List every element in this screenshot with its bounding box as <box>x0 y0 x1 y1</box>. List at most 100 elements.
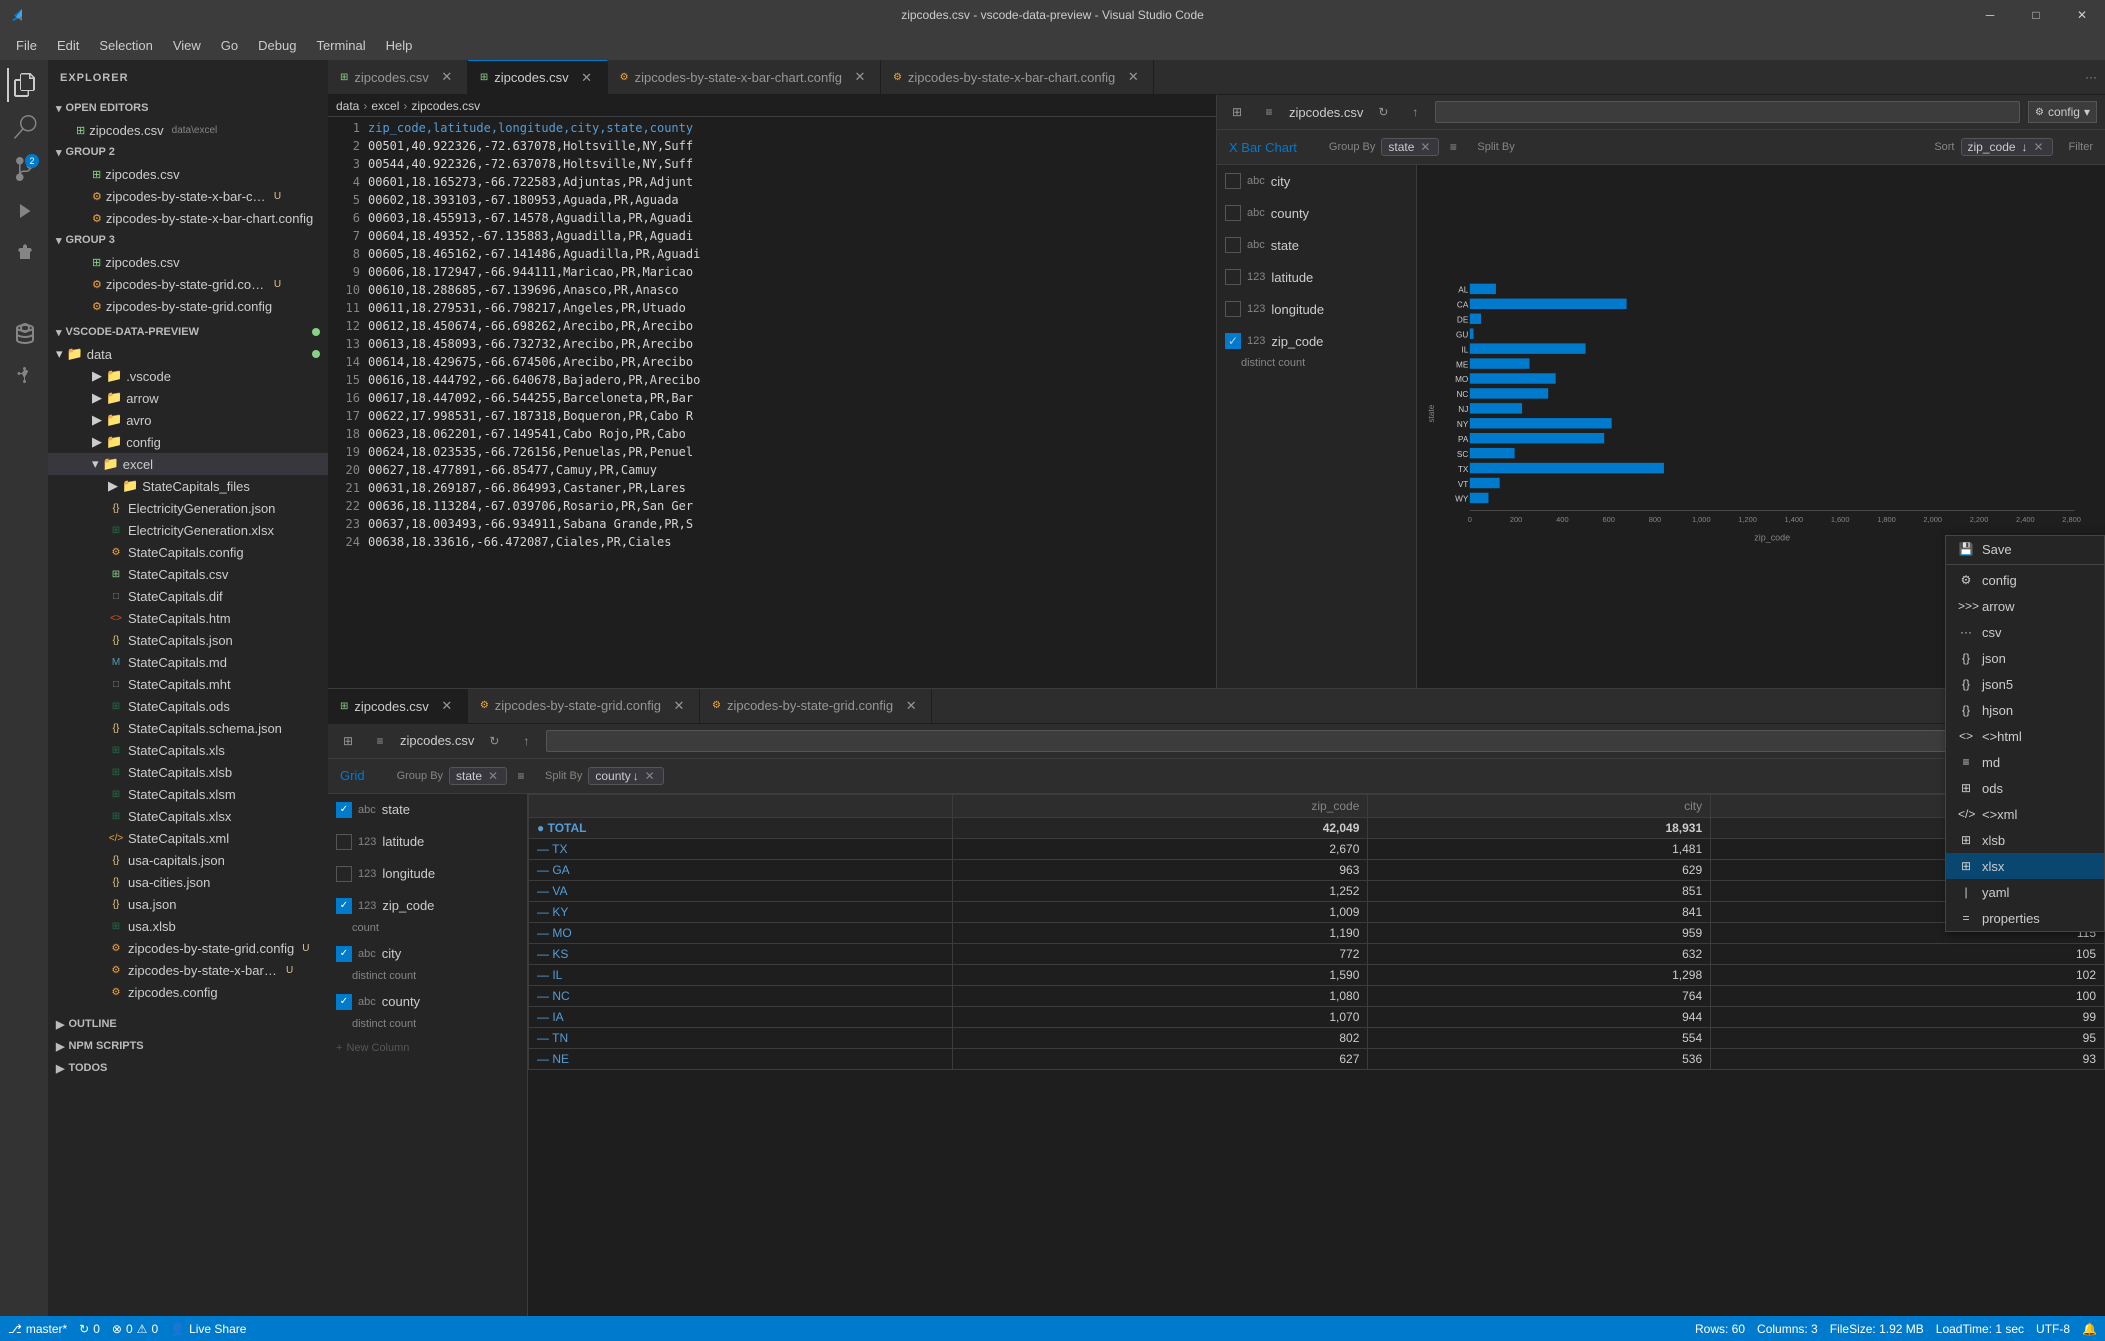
dropdown-config[interactable]: ⚙ config <box>1946 567 2104 593</box>
grid-col-county[interactable]: ✓ abc county <box>328 986 527 1018</box>
top-tab-zipcodes-csv1[interactable]: ⊞ zipcodes.csv ✕ <box>328 60 468 95</box>
dropdown-xlsx[interactable]: ⊞ xlsx <box>1946 853 2104 879</box>
menu-file[interactable]: File <box>8 36 45 55</box>
bottom-toolbar-upload[interactable]: ↑ <box>514 729 538 753</box>
grid-col-longitude[interactable]: 123 longitude <box>328 858 527 890</box>
col-longitude-check[interactable] <box>1225 301 1241 317</box>
bottom-tab-grid-config1[interactable]: ⚙ zipcodes-by-state-grid.config ✕ <box>468 689 700 724</box>
activity-search[interactable] <box>7 110 41 144</box>
folder-avro[interactable]: ▶ 📁 avro <box>48 409 328 431</box>
bottom-tab-zipcodes[interactable]: ⊞ zipcodes.csv ✕ <box>328 689 468 724</box>
status-loadtime[interactable]: LoadTime: 1 sec <box>1936 1322 2024 1336</box>
group-by-remove[interactable]: ✕ <box>1418 140 1432 154</box>
group2-header[interactable]: ▾ GROUP 2 <box>48 141 328 163</box>
minimize-button[interactable]: ─ <box>1967 0 2013 30</box>
dropdown-save[interactable]: 💾 Save <box>1946 536 2104 562</box>
dropdown-md[interactable]: ≡ md <box>1946 749 2104 775</box>
bottom-search-box[interactable] <box>546 730 2001 752</box>
csv-content[interactable]: 1zip_code,latitude,longitude,city,state,… <box>328 117 1216 688</box>
bottom-group-by-remove[interactable]: ✕ <box>486 769 500 783</box>
menu-view[interactable]: View <box>165 36 209 55</box>
col-zipcode-check[interactable]: ✓ <box>1225 333 1241 349</box>
file-statecapitals-md[interactable]: M StateCapitals.md <box>48 651 328 673</box>
dropdown-json[interactable]: {} json <box>1946 645 2104 671</box>
file-usa-capitals-json[interactable]: {} usa-capitals.json <box>48 849 328 871</box>
activity-git[interactable] <box>7 360 41 394</box>
grid-th-city[interactable]: city <box>1368 794 1711 817</box>
open-editor-g3-3[interactable]: ⚙ zipcodes-by-state-grid.config <box>48 295 328 317</box>
file-zipcodes-config[interactable]: ⚙ zipcodes.config <box>48 981 328 1003</box>
col-latitude[interactable]: 123 latitude <box>1217 261 1416 293</box>
file-statecapitals-mht[interactable]: □ StateCapitals.mht <box>48 673 328 695</box>
todos-header[interactable]: ▶ TODOS <box>48 1057 328 1079</box>
grid-col-county-check[interactable]: ✓ <box>336 994 352 1010</box>
menu-debug[interactable]: Debug <box>250 36 304 55</box>
bottom-tab-grid-config2[interactable]: ⚙ zipcodes-by-state-grid.config ✕ <box>700 689 932 724</box>
status-errors[interactable]: ⊗ 0 ⚠ 0 <box>112 1322 158 1336</box>
add-column-btn[interactable]: + New Column <box>328 1042 527 1054</box>
group-by-tag[interactable]: state ✕ <box>1381 138 1439 156</box>
close-button[interactable]: ✕ <box>2059 0 2105 30</box>
dropdown-xml[interactable]: </> <>xml <box>1946 801 2104 827</box>
tab-close4[interactable]: ✕ <box>1125 69 1141 85</box>
chart-config-select[interactable]: ⚙ config ▾ <box>2028 101 2097 123</box>
activity-explorer[interactable] <box>7 68 41 102</box>
grid-data-area[interactable]: zip_code city county ↓ ● TOTAL 42,049 18… <box>528 794 2105 1317</box>
status-filesize[interactable]: FileSize: 1.92 MB <box>1830 1322 1924 1336</box>
col-city-check[interactable] <box>1225 173 1241 189</box>
toolbar-refresh-icon[interactable]: ↻ <box>1371 100 1395 124</box>
file-electricitygeneration-json[interactable]: {} ElectricityGeneration.json <box>48 497 328 519</box>
col-longitude[interactable]: 123 longitude <box>1217 293 1416 325</box>
grid-col-city-check[interactable]: ✓ <box>336 946 352 962</box>
folder-arrow[interactable]: ▶ 📁 arrow <box>48 387 328 409</box>
bottom-tab-close1[interactable]: ✕ <box>439 698 455 714</box>
chart-search-input[interactable] <box>1442 105 2013 119</box>
dropdown-hjson[interactable]: {} hjson <box>1946 697 2104 723</box>
file-statecapitals-json[interactable]: {} StateCapitals.json <box>48 629 328 651</box>
vscode-data-preview-header[interactable]: ▾ VSCODE-DATA-PREVIEW <box>48 321 328 343</box>
chart-search-box[interactable] <box>1435 101 2020 123</box>
group-by-settings[interactable]: ≡ <box>1445 139 1461 155</box>
file-usa-cities-json[interactable]: {} usa-cities.json <box>48 871 328 893</box>
col-state-check[interactable] <box>1225 237 1241 253</box>
status-rows[interactable]: Rows: 60 <box>1695 1322 1745 1336</box>
bottom-tab-close2[interactable]: ✕ <box>671 698 687 714</box>
open-editor-g2-1[interactable]: ⊞ zipcodes.csv <box>48 163 328 185</box>
menu-selection[interactable]: Selection <box>91 36 160 55</box>
menu-help[interactable]: Help <box>378 36 421 55</box>
grid-col-latitude[interactable]: 123 latitude <box>328 826 527 858</box>
dropdown-json5[interactable]: {} json5 <box>1946 671 2104 697</box>
grid-col-longitude-check[interactable] <box>336 866 352 882</box>
activity-extensions[interactable] <box>7 236 41 270</box>
open-editor-g2-2[interactable]: ⚙ zipcodes-by-state-x-bar-chart.con... U <box>48 185 328 207</box>
col-zipcode[interactable]: ✓ 123 zip_code <box>1217 325 1416 357</box>
file-zipcodes-grid-config[interactable]: ⚙ zipcodes-by-state-grid.config U <box>48 937 328 959</box>
tab-close1[interactable]: ✕ <box>439 69 455 85</box>
file-electricitygeneration-xlsx[interactable]: ⊞ ElectricityGeneration.xlsx <box>48 519 328 541</box>
file-statecapitals-dif[interactable]: □ StateCapitals.dif <box>48 585 328 607</box>
bottom-split-by-tag[interactable]: county ↓ ✕ <box>588 767 663 785</box>
sort-tag[interactable]: zip_code ↓ ✕ <box>1961 138 2053 156</box>
activity-run[interactable] <box>7 194 41 228</box>
dropdown-xlsb[interactable]: ⊞ xlsb <box>1946 827 2104 853</box>
file-usa-json[interactable]: {} usa.json <box>48 893 328 915</box>
dropdown-ods[interactable]: ⊞ ods <box>1946 775 2104 801</box>
file-statecapitals-config[interactable]: ⚙ StateCapitals.config <box>48 541 328 563</box>
col-county[interactable]: abc county <box>1217 197 1416 229</box>
file-statecapitals-csv[interactable]: ⊞ StateCapitals.csv <box>48 563 328 585</box>
grid-col-zipcode[interactable]: ✓ 123 zip_code <box>328 890 527 922</box>
grid-col-state[interactable]: ✓ abc state <box>328 794 527 826</box>
status-branch[interactable]: ⎇ master* <box>8 1322 67 1336</box>
menu-terminal[interactable]: Terminal <box>308 36 373 55</box>
dropdown-properties[interactable]: = properties <box>1946 905 2104 931</box>
activity-database[interactable] <box>7 318 41 352</box>
npm-scripts-header[interactable]: ▶ NPM SCRIPTS <box>48 1035 328 1057</box>
tab-close2[interactable]: ✕ <box>579 70 595 86</box>
file-statecapitals-ods[interactable]: ⊞ StateCapitals.ods <box>48 695 328 717</box>
grid-th-zipcode[interactable]: zip_code <box>953 794 1368 817</box>
file-statecapitals-schema-json[interactable]: {} StateCapitals.schema.json <box>48 717 328 739</box>
bottom-group-by-tag[interactable]: state ✕ <box>449 767 507 785</box>
status-encoding[interactable]: UTF-8 <box>2036 1322 2070 1336</box>
status-columns[interactable]: Columns: 3 <box>1757 1322 1818 1336</box>
open-editor-g3-1[interactable]: ⊞ zipcodes.csv <box>48 251 328 273</box>
